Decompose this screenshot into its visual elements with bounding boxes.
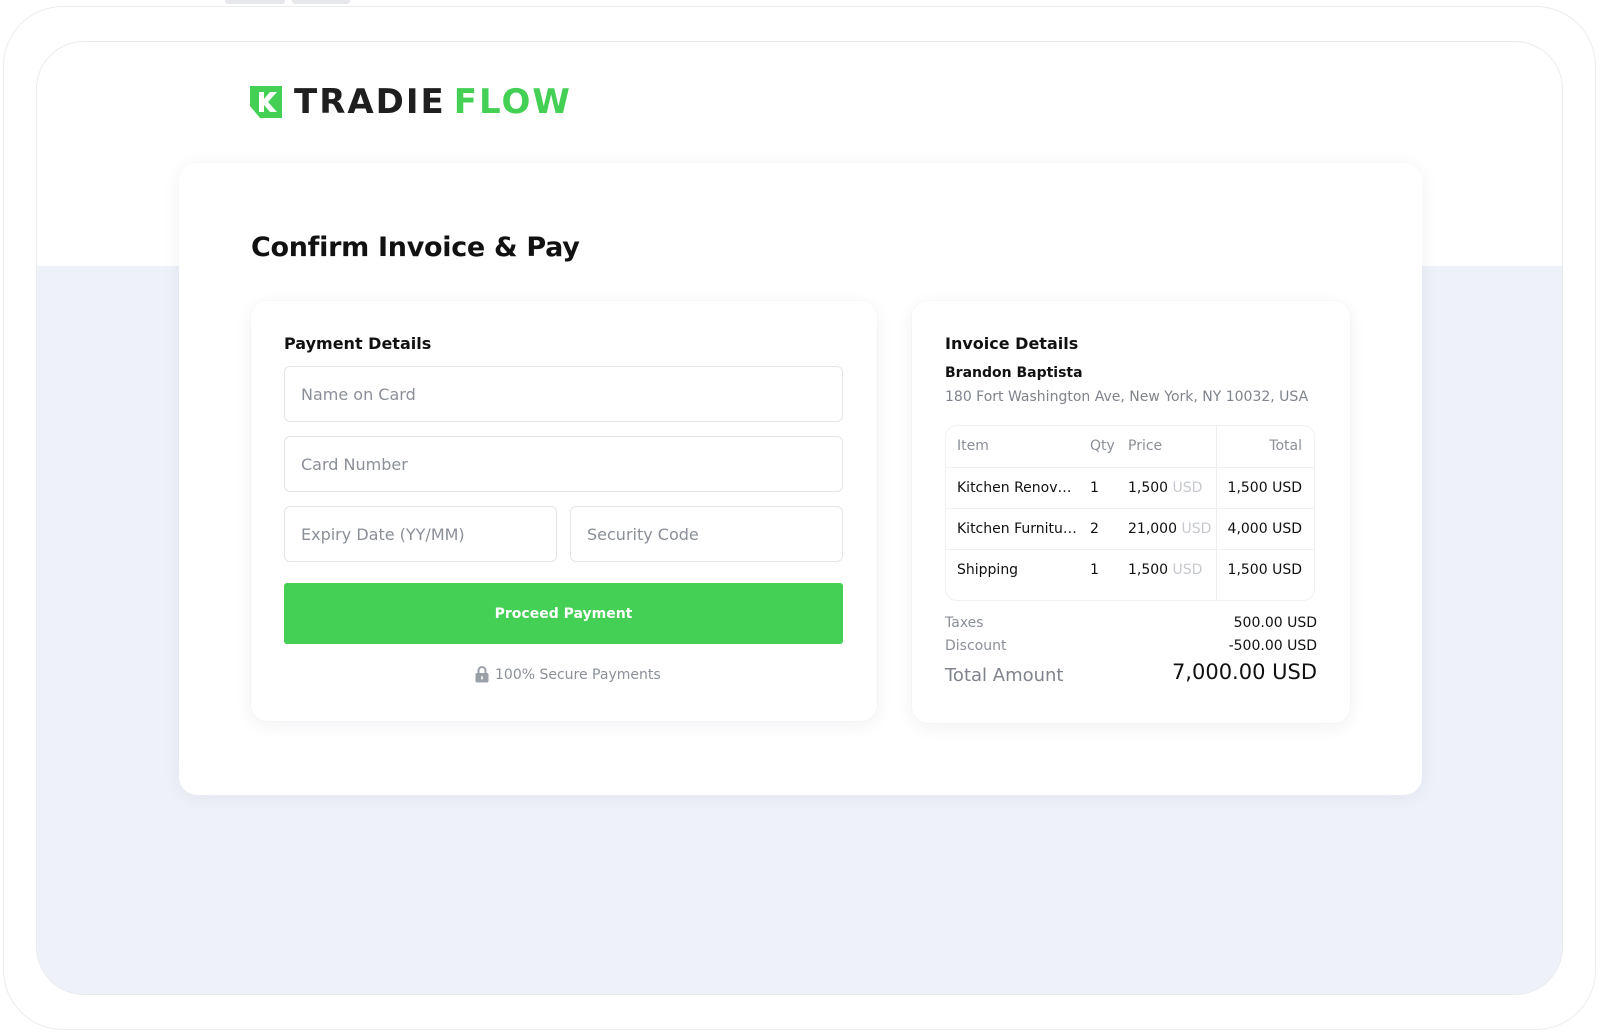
table-row: Shipping 1 1,500 USD 1,500 USD: [946, 549, 1314, 590]
item-qty: 1: [1090, 562, 1099, 578]
expiry-date-input[interactable]: [301, 524, 540, 544]
item-total: 4,000 USD: [1227, 521, 1302, 537]
item-price: 21,000 USD: [1128, 509, 1212, 550]
column-header-total: Total: [1269, 438, 1302, 454]
security-code-input[interactable]: [587, 524, 826, 544]
table-header-row: Item Qty Price Total: [946, 426, 1314, 467]
browser-tab-stub: [225, 0, 285, 4]
item-price-unit: USD: [1181, 521, 1212, 537]
name-on-card-input[interactable]: [301, 384, 826, 404]
invoice-items-table: Item Qty Price Total Kitchen Renovat... …: [945, 425, 1315, 601]
page-title: Confirm Invoice & Pay: [251, 232, 580, 263]
item-total: 1,500 USD: [1227, 480, 1302, 496]
logo-wordmark: TRADIE FLOW: [294, 84, 572, 120]
item-price: 1,500 USD: [1128, 468, 1212, 509]
item-name: Kitchen Furnitur...: [957, 521, 1079, 537]
item-price-amount: 1,500: [1128, 480, 1169, 496]
table-row: Kitchen Furnitur... 2 21,000 USD 4,000 U…: [946, 508, 1314, 549]
logo-word-flow: FLOW: [453, 82, 572, 122]
browser-tab-stub: [292, 0, 350, 4]
total-amount-label: Total Amount: [945, 665, 1064, 686]
expiry-date-field[interactable]: [284, 506, 557, 562]
taxes-label: Taxes: [945, 615, 984, 631]
item-price-unit: USD: [1172, 562, 1203, 578]
item-price-unit: USD: [1172, 480, 1203, 496]
taxes-value: 500.00 USD: [1233, 615, 1317, 631]
client-address: 180 Fort Washington Ave, New York, NY 10…: [945, 389, 1309, 405]
discount-label: Discount: [945, 638, 1007, 654]
discount-value: -500.00 USD: [1228, 638, 1317, 654]
client-name: Brandon Baptista: [945, 365, 1083, 381]
total-amount-value: 7,000.00 USD: [1171, 660, 1317, 684]
item-qty: 2: [1090, 521, 1099, 537]
brand-logo[interactable]: TRADIE FLOW: [250, 84, 572, 120]
card-number-input[interactable]: [301, 454, 826, 474]
item-price-amount: 21,000: [1128, 521, 1177, 537]
logo-word-tradie: TRADIE: [294, 82, 446, 122]
item-price: 1,500 USD: [1128, 550, 1212, 591]
item-name: Shipping: [957, 562, 1019, 578]
item-name: Kitchen Renovat...: [957, 480, 1079, 496]
card-number-field[interactable]: [284, 436, 843, 492]
logo-mark-icon: [250, 86, 282, 118]
item-total: 1,500 USD: [1227, 562, 1302, 578]
column-header-qty: Qty: [1090, 438, 1115, 454]
payment-details-title: Payment Details: [284, 334, 432, 353]
secure-payments-note: 100% Secure Payments: [475, 666, 661, 683]
lock-icon: [475, 666, 489, 683]
item-qty: 1: [1090, 480, 1099, 496]
column-header-price: Price: [1128, 438, 1163, 454]
proceed-payment-button[interactable]: Proceed Payment: [284, 583, 843, 644]
name-on-card-field[interactable]: [284, 366, 843, 422]
secure-payments-text: 100% Secure Payments: [495, 666, 661, 683]
column-header-item: Item: [957, 438, 989, 454]
invoice-details-title: Invoice Details: [945, 334, 1079, 353]
item-price-amount: 1,500: [1128, 562, 1169, 578]
security-code-field[interactable]: [570, 506, 843, 562]
table-row: Kitchen Renovat... 1 1,500 USD 1,500 USD: [946, 467, 1314, 508]
